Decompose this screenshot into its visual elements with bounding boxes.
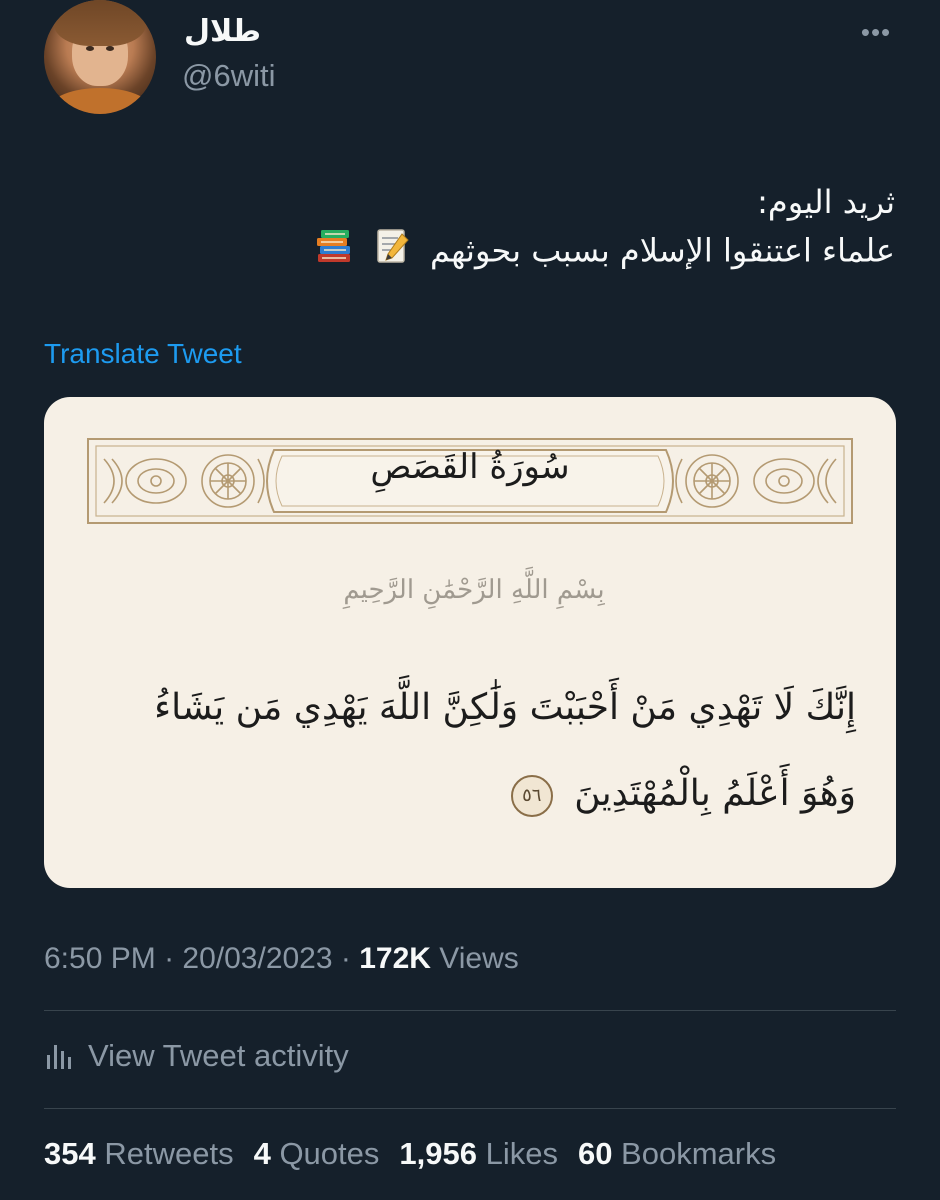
- avatar-shirt: [50, 88, 150, 114]
- likes-count: 1,956: [399, 1136, 477, 1171]
- engagement-stats: 354 Retweets 4 Quotes 1,956 Likes 60 Bookma…: [44, 1136, 796, 1172]
- views-label: Views: [430, 942, 519, 975]
- tweet-text: ثريد اليوم: علماء اعتنقوا الإسلام بسبب ب…: [195, 178, 895, 279]
- divider: [44, 1108, 896, 1109]
- memo-icon: [372, 226, 412, 279]
- bookmarks-count: 60: [577, 1136, 613, 1171]
- meta-separator: ·: [155, 942, 183, 975]
- views-count: 172K: [359, 942, 431, 975]
- translate-tweet-link[interactable]: Translate Tweet: [44, 338, 242, 370]
- tweet-meta: 6:50 PM · 20/03/2023 · 172K Views: [44, 942, 519, 976]
- ayah-text: إِنَّكَ لَا تَهْدِي مَنْ أَحْبَبْتَ وَلَ…: [84, 665, 856, 837]
- books-icon: [314, 226, 354, 279]
- retweets-count: 354: [44, 1136, 96, 1171]
- avatar-eye-left: [86, 46, 94, 51]
- tweet-line-2-wrap: علماء اعتنقوا الإسلام بسبب بحوثهم: [195, 226, 895, 279]
- basmala-text: بِسْمِ اللَّهِ الرَّحْمَٰنِ الرَّحِيمِ: [343, 575, 605, 605]
- view-tweet-activity-label: View Tweet activity: [88, 1038, 349, 1073]
- bookmarks-stat[interactable]: 60 Bookmarks: [578, 1136, 776, 1171]
- quotes-count: 4: [253, 1136, 271, 1171]
- likes-label: Likes: [476, 1136, 558, 1171]
- meta-separator: ·: [332, 942, 360, 975]
- tweet-media-image[interactable]: سُورَةُ القَصَصِ بِسْمِ اللَّهِ الرَّحْم…: [44, 397, 896, 888]
- avatar[interactable]: [44, 0, 156, 114]
- avatar-eye-right: [106, 46, 114, 51]
- tweet-time[interactable]: 6:50 PM: [44, 942, 156, 975]
- ayah-line-2: وَهُوَ أَعْلَمُ بِالْمُهْتَدِينَ: [574, 773, 856, 814]
- bookmarks-label: Bookmarks: [612, 1136, 777, 1171]
- quotes-label: Quotes: [270, 1136, 380, 1171]
- tweet-line-1: ثريد اليوم:: [757, 183, 895, 221]
- display-name[interactable]: طلال: [184, 14, 261, 49]
- surah-name: سُورَةُ القَصَصِ: [370, 447, 570, 487]
- ayah-number-badge: ٥٦: [510, 775, 553, 817]
- ayah-line-1: إِنَّكَ لَا تَهْدِي مَنْ أَحْبَبْتَ وَلَ…: [154, 687, 856, 728]
- likes-stat[interactable]: 1,956 Likes: [399, 1136, 558, 1171]
- avatar-hair: [54, 0, 146, 46]
- more-horizontal-icon[interactable]: •••: [858, 19, 894, 45]
- divider: [44, 1010, 896, 1011]
- tweet-date[interactable]: 20/03/2023: [182, 942, 332, 975]
- ayah-line-2-wrap: وَهُوَ أَعْلَمُ بِالْمُهْتَدِينَ ٥٦: [84, 751, 856, 837]
- bar-chart-icon: [44, 1041, 74, 1071]
- retweets-label: Retweets: [95, 1136, 234, 1171]
- tweet-line-2: علماء اعتنقوا الإسلام بسبب بحوثهم: [429, 231, 895, 270]
- quotes-stat[interactable]: 4 Quotes: [254, 1136, 380, 1171]
- retweets-stat[interactable]: 354 Retweets: [44, 1136, 234, 1171]
- username-handle[interactable]: @6witi: [182, 58, 275, 94]
- view-tweet-activity-button[interactable]: View Tweet activity: [44, 1036, 349, 1076]
